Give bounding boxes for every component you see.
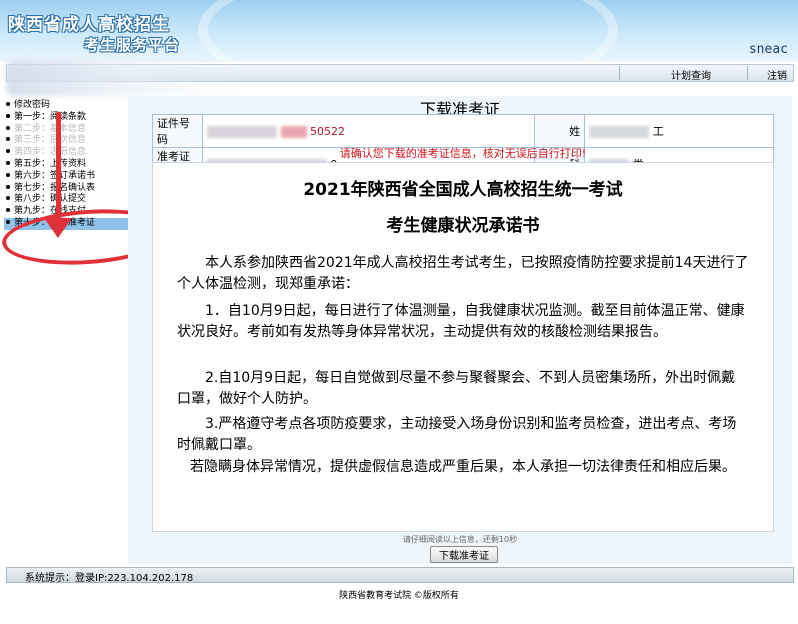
nav-separator <box>619 66 620 80</box>
logout-link[interactable]: 注销 <box>767 67 787 82</box>
sidebar-item-step-7[interactable]: 第七步：报名确认表 <box>4 183 132 195</box>
sidebar-item-step-8[interactable]: 第八步：确认提交 <box>4 194 132 206</box>
sidebar-item-label: 第五步：上传资料 <box>14 158 87 169</box>
system-hint: 系统提示：登录IP:223.104.202.178 <box>25 573 194 584</box>
sidebar-item-step-2[interactable]: 第二步：基本信息 <box>4 124 132 136</box>
bullet-icon <box>6 125 10 130</box>
table-row: 证件号码 50522 姓 工 <box>152 114 774 148</box>
bullet-icon <box>6 172 10 177</box>
document-paragraph: 1．自10月9日起，每日进行了体温测量，自我健康状况监测。截至目前体温正常、健康… <box>177 303 745 340</box>
bullet-icon <box>6 219 10 224</box>
sidebar-item-label: 第二步：基本信息 <box>14 123 87 134</box>
site-title: 陕西省成人高校招生 <box>8 15 170 35</box>
plan-query-link[interactable]: 计划查询 <box>671 67 711 82</box>
sidebar-item-label: 第一步：阅读条款 <box>14 111 87 122</box>
document-paragraph: 本人系参加陕西省2021年成人高校招生考试考生，已按照疫情防控要求提前14天进行… <box>177 255 749 292</box>
download-ticket-button[interactable]: 下载准考证 <box>430 546 498 563</box>
sidebar-item-label: 第六步：签订承诺书 <box>14 170 96 181</box>
document-heading: 2021年陕西省全国成人高校招生统一考试 <box>303 180 623 200</box>
warning-message: 请确认您下载的准考证信息，核对无误后自行打印! <box>339 147 587 160</box>
bullet-icon <box>6 113 10 118</box>
bullet-icon <box>6 102 10 106</box>
document-paragraph: 3.严格遵守考点各项防疫要求，主动接受入场身份识别和监考员检查，进出考点、考场时… <box>177 416 737 453</box>
redaction <box>589 126 650 138</box>
nav-separator <box>747 66 748 80</box>
bullet-icon <box>6 149 10 154</box>
name-value-text: 工 <box>652 125 664 138</box>
countdown-hint: 请仔细阅读以上信息，还剩10秒 <box>402 535 518 544</box>
bullet-icon <box>6 196 10 201</box>
status-bar: 系统提示：登录IP:223.104.202.178 <box>6 567 794 584</box>
header-banner: 陕西省成人高校招生 考生服务平台 sneac <box>0 0 798 62</box>
blurred-overlay <box>6 60 246 96</box>
copyright-footer: 陕西省教育考试院 ©版权所有 <box>339 591 459 601</box>
health-commitment-document: 2021年陕西省全国成人高校招生统一考试 考生健康状况承诺书 本人系参加陕西省2… <box>152 162 774 532</box>
sidebar-item-step-1[interactable]: 第一步：阅读条款 <box>4 112 132 124</box>
bullet-icon <box>6 208 10 213</box>
redaction <box>280 125 307 138</box>
document-paragraph: 若隐瞒身体异常情况，提供虚假信息造成严重后果，本人承担一切法律责任和相应后果。 <box>190 459 736 475</box>
sidebar-item-step-6[interactable]: 第六步：签订承诺书 <box>4 171 132 183</box>
sidebar-item-step-4[interactable]: 第四步：志愿信息 <box>4 147 132 159</box>
name-label-text: 姓 <box>569 125 581 138</box>
sidebar-item-label: 第八步：确认提交 <box>14 194 87 205</box>
site-subtitle: 考生服务平台 <box>84 36 181 54</box>
sidebar-item-label: 第三步：层次信息 <box>14 135 87 146</box>
name-label: 姓 <box>534 114 586 148</box>
annotation-arrow-shaft <box>56 112 61 224</box>
sidebar-item-step-5[interactable]: 第五步：上传资料 <box>4 159 132 171</box>
sidebar-item-label: 第七步：报名确认表 <box>14 182 96 193</box>
sidebar-item-label: 修改密码 <box>14 100 51 110</box>
username-label: sneac <box>748 42 788 57</box>
bullet-icon <box>6 184 10 189</box>
banner-decoration <box>198 0 618 62</box>
document-subheading: 考生健康状况承诺书 <box>386 216 540 236</box>
bullet-icon <box>6 137 10 142</box>
bullet-icon <box>6 160 10 165</box>
name-value: 工 <box>584 114 774 148</box>
sidebar-item-change-password[interactable]: 修改密码 <box>4 100 132 112</box>
main-panel: 下载准考证 证件号码 50522 姓 工 准考证号 9 科 类 <box>128 96 792 564</box>
id-value: 50522 <box>201 114 536 148</box>
document-paragraph: 2.自10月9日起，每日自觉做到尽量不参与聚餐聚会、不到人员密集场所，外出时佩戴… <box>177 370 736 407</box>
redaction <box>207 125 277 138</box>
sidebar-item-step-3[interactable]: 第三步：层次信息 <box>4 135 132 147</box>
sidebar-item-label: 第四步：志愿信息 <box>14 147 87 158</box>
id-label-text: 证件号码 <box>157 117 190 146</box>
id-label: 证件号码 <box>152 114 203 148</box>
id-value-text: 50522 <box>310 124 345 138</box>
